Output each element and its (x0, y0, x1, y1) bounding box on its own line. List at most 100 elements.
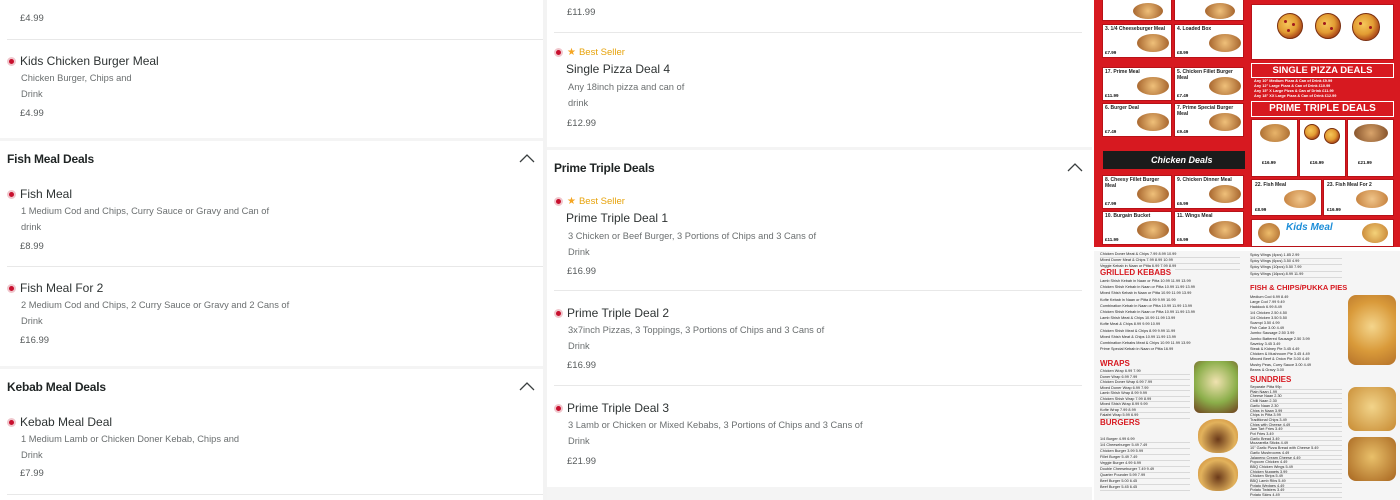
price-list-line: Prime Special Kebab in Naan or Pitta 16.… (1100, 347, 1174, 352)
food-image (1209, 77, 1241, 95)
deal-cell-title: 6. Burger Deal (1105, 105, 1139, 111)
pepperoni (1359, 22, 1362, 25)
kids-meal-image (1258, 223, 1280, 243)
deal-cell-title: 23. Fish Meal For 2 (1327, 182, 1372, 188)
menu-item-prime-triple-deal-2[interactable]: Prime Triple Deal 2 3x7inch Pizzas, 3 To… (547, 300, 1092, 385)
price-list-line: Chicken Shish Kebab in Naan or Pitta 10.… (1100, 285, 1195, 290)
item-description-line: 1 Medium Lamb or Chicken Doner Kebab, Ch… (21, 434, 240, 444)
item-name: Single Pizza Deal 4 (566, 62, 671, 76)
menu-item-prime-triple-deal-1[interactable]: ★ Best Seller Prime Triple Deal 1 3 Chic… (547, 191, 1092, 291)
price-list-rule (1100, 490, 1190, 491)
section-title: Kebab Meal Deals (7, 380, 106, 394)
deal-cell: 22. Fish Meal £8.99 (1251, 179, 1322, 216)
pepperoni (1287, 29, 1290, 32)
deal-cell (1174, 0, 1244, 21)
nonveg-indicator-icon (7, 56, 16, 66)
menu-board-photo-grill[interactable]: Chicken Doner Meat & Chips 7.99 8.99 10.… (1094, 251, 1400, 500)
deal-cell-price: £8.99 (1177, 50, 1189, 55)
item-price: £4.99 (20, 108, 44, 119)
heading-sundries: SUNDRIES (1250, 375, 1292, 384)
chevron-up-icon[interactable] (519, 381, 535, 391)
item-price: £16.99 (567, 266, 597, 277)
menu-board-photo-deals[interactable]: 3. 1/4 Cheeseburger Meal £7.99 4. Loaded B… (1094, 0, 1400, 247)
item-name: Kebab Meal Deal (20, 415, 113, 429)
pizza-image (1315, 13, 1341, 39)
deal-cell: 6. Burger Deal £7.49 (1102, 103, 1172, 137)
nonveg-indicator-icon (7, 189, 16, 199)
heading-burgers: BURGERS (1100, 418, 1141, 427)
food-image (1209, 34, 1241, 52)
food-image (1209, 221, 1241, 239)
pepperoni (1330, 27, 1333, 30)
item-price: £4.99 (20, 13, 44, 24)
item-description-line: Any 18inch pizza and can of (568, 82, 685, 92)
deal-cell: 11. Wings Meal £6.99 (1174, 211, 1244, 245)
menu-item-fish-meal[interactable]: Fish Meal 1 Medium Cod and Chips, Curry … (0, 182, 543, 267)
kids-meal-panel: Kids Meal (1251, 219, 1394, 247)
section-header-prime-triple-deals[interactable]: Prime Triple Deals (547, 150, 1092, 188)
star-icon: ★ (567, 196, 576, 207)
food-image (1137, 77, 1169, 95)
item-name: Prime Triple Deal 2 (567, 306, 670, 320)
heading-fish-chips: FISH & CHIPS/PUKKA PIES (1250, 283, 1348, 292)
menu-item-kids-chicken-burger-meal[interactable]: Kids Chicken Burger Meal Chicken Burger,… (0, 50, 543, 140)
item-description-line: Chicken Burger, Chips and (21, 73, 132, 83)
deal-cell-price: £8.99 (1255, 207, 1267, 212)
banner-chicken-deals-label: Chicken Deals (1151, 155, 1213, 165)
price-list-line: Lamb Shish Meat & Chips 10.99 11.99 13.9… (1100, 316, 1176, 321)
prime-deal-price: £21.99 (1358, 160, 1372, 165)
deal-cell-price: £6.99 (1177, 237, 1189, 242)
menu-item-kebab-meal-deal[interactable]: Kebab Meal Deal 1 Medium Lamb or Chicken… (0, 410, 543, 495)
menu-item-fish-meal-for-2[interactable]: Fish Meal For 2 2 Medium Cod and Chips, … (0, 276, 543, 366)
pizza-image (1277, 13, 1303, 39)
item-name: Prime Triple Deal 3 (567, 401, 670, 415)
star-icon: ★ (567, 47, 576, 58)
heading-wraps: WRAPS (1100, 359, 1130, 368)
item-description: 3 Chicken or Beef Burger, 3 Portions of … (568, 229, 816, 260)
deal-cell (1102, 0, 1172, 21)
deal-cell-title: 4. Loaded Box (1177, 26, 1212, 32)
pizza-image (1352, 13, 1380, 41)
fish-chips-image (1348, 295, 1396, 365)
nonveg-indicator-icon (554, 403, 563, 413)
item-description-line: drink (21, 221, 42, 232)
item-description: 2 Medium Cod and Chips, 2 Curry Sauce or… (21, 298, 289, 329)
price-list-line: Mixed Shish Meat & Chips 10.99 11.99 13.… (1100, 334, 1176, 339)
deal-cell-title: 10. Burgain Bucket (1105, 213, 1151, 219)
chevron-up-icon[interactable] (1067, 162, 1083, 172)
deal-cell: 9. Chicken Dinner Meal £6.99 (1174, 175, 1244, 209)
item-description-line: 3x7inch Pizzas, 3 Toppings, 3 Portions o… (568, 325, 825, 335)
item-description-line: 3 Lamb or Chicken or Mixed Kebabs, 3 Por… (568, 420, 863, 430)
menu-item-single-pizza-deal-4[interactable]: ★ Best Seller Single Pizza Deal 4 Any 18… (547, 42, 1092, 142)
burger-image (1260, 124, 1290, 142)
deal-cell: 5. Chicken Fillet Burger Meal £7.49 (1174, 67, 1244, 101)
section-header-fish-meal-deals[interactable]: Fish Meal Deals (0, 141, 543, 179)
item-description: 3 Lamb or Chicken or Mixed Kebabs, 3 Por… (568, 418, 863, 449)
item-price: £7.99 (20, 468, 44, 479)
deal-cell-title: 17. Prime Meal (1105, 69, 1140, 75)
best-seller-badge: ★ Best Seller (554, 47, 625, 58)
pepperoni (1292, 23, 1295, 26)
burger-image (1198, 419, 1238, 453)
item-divider (7, 39, 543, 40)
item-description-line: drink (568, 97, 589, 108)
nonveg-indicator-icon (554, 48, 563, 57)
item-description: 1 Medium Lamb or Chicken Doner Kebab, Ch… (21, 432, 239, 463)
pepperoni (1323, 22, 1326, 25)
item-description-line: Drink (568, 246, 590, 257)
nonveg-indicator-icon (554, 197, 563, 206)
food-image (1205, 3, 1235, 19)
burger-image (1198, 457, 1238, 491)
price-list-line: Chicken Shish Meat & Chips 8.99 9.99 11.… (1100, 328, 1176, 333)
banner-chicken-deals: Chicken Deals (1102, 150, 1246, 170)
deal-cell-price: £11.99 (1105, 237, 1119, 242)
kebab-image (1354, 124, 1388, 142)
price-list-line: Kofte Meat & Chips 8.99 9.99 10.99 (1100, 322, 1161, 327)
price-list-line: Combination Kebabs Meat & Chips 10.99 11… (1100, 341, 1191, 345)
banner-prime-triple-deals: PRIME TRIPLE DEALS (1251, 101, 1394, 117)
chevron-up-icon[interactable] (519, 153, 535, 163)
item-description-line: Drink (568, 435, 590, 446)
section-header-kebab-meal-deals[interactable]: Kebab Meal Deals (0, 369, 543, 407)
menu-item-prime-triple-deal-3[interactable]: Prime Triple Deal 3 3 Lamb or Chicken or… (547, 395, 1092, 485)
item-description: Any 18inch pizza and can of drink (568, 80, 684, 111)
